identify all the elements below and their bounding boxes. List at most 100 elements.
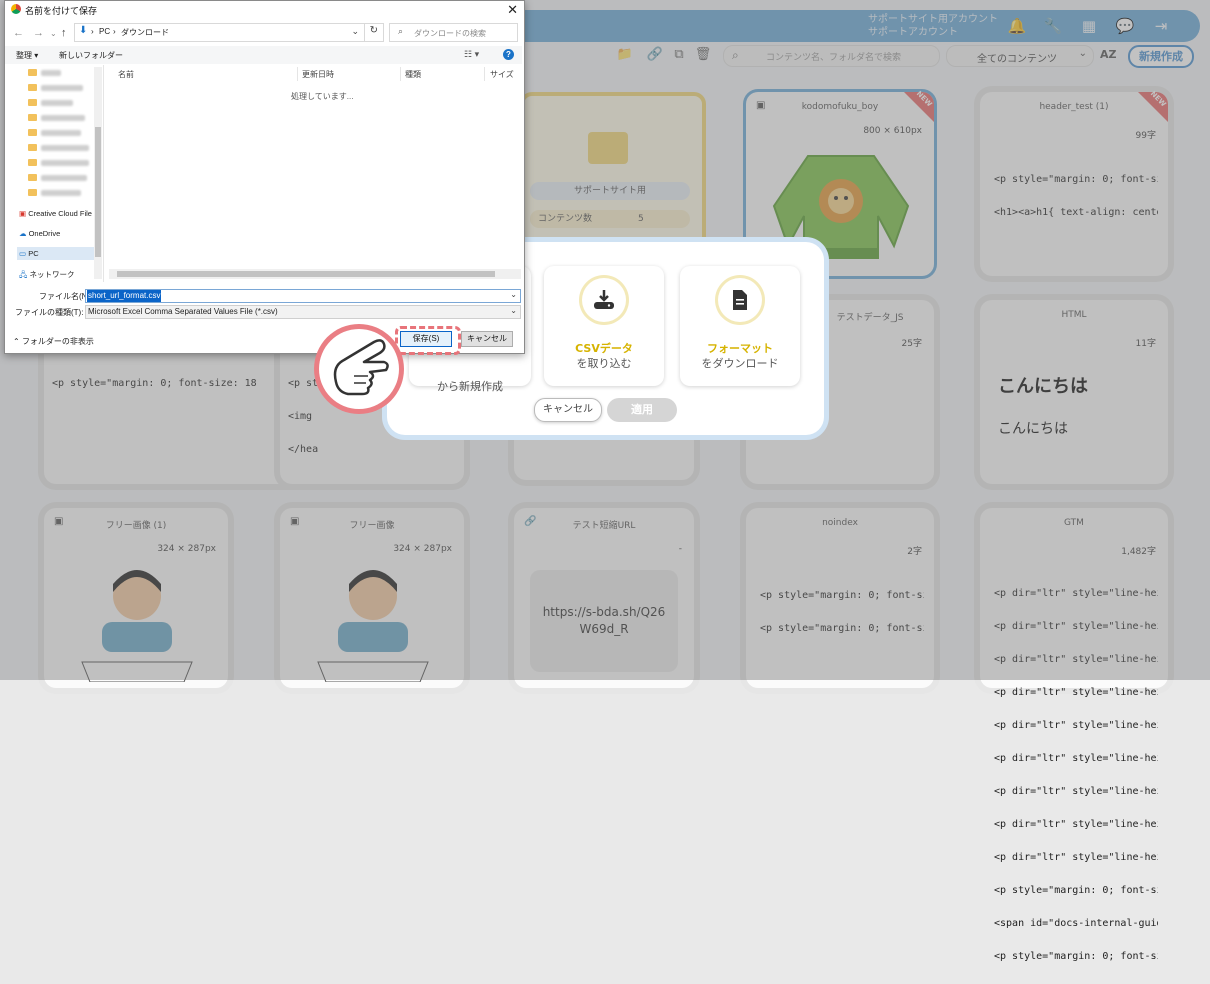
creative-cloud-icon: ▣ <box>19 209 27 218</box>
option-label: をダウンロード <box>701 357 779 370</box>
blurred-folder[interactable] <box>41 85 83 91</box>
nav-item-onedrive[interactable]: ☁ OneDrive <box>19 229 60 238</box>
folder-icon <box>28 129 37 136</box>
folder-icon <box>28 69 37 76</box>
column-size[interactable]: サイズ <box>490 69 514 80</box>
chevron-down-icon: ⌄ <box>510 306 517 315</box>
blurred-folder[interactable] <box>41 100 73 106</box>
blurred-folder[interactable] <box>41 70 61 76</box>
folder-icon <box>28 189 37 196</box>
navigation-pane: ▣ Creative Cloud File ☁ OneDrive ▭ PC 🖧 … <box>5 65 104 282</box>
modal-cancel-button[interactable]: キャンセル <box>534 398 602 422</box>
filetype-select[interactable]: Microsoft Excel Comma Separated Values F… <box>85 305 521 319</box>
folder-icon <box>28 114 37 121</box>
refresh-icon[interactable]: ↻ <box>370 25 378 36</box>
option-label: を取り込む <box>576 357 632 370</box>
new-folder-button[interactable]: 新しいフォルダー <box>59 50 123 61</box>
nav-scrollbar[interactable] <box>94 67 102 279</box>
code-line: <span id="docs-internal-guid-390 <box>994 918 1158 929</box>
filetype-value: Microsoft Excel Comma Separated Values F… <box>88 307 278 316</box>
blurred-folder[interactable] <box>41 115 85 121</box>
column-name[interactable]: 名前 <box>118 69 134 80</box>
divider <box>297 67 298 81</box>
hide-folders-toggle[interactable]: ⌃ フォルダーの非表示 <box>13 336 94 347</box>
command-bar: 整理 ▾ 新しいフォルダー ☷ ▾ ? <box>5 46 522 64</box>
blurred-folder[interactable] <box>41 190 81 196</box>
pointing-hand-annotation <box>314 324 404 414</box>
code-line: <p dir="ltr" style="line-height: 1 <box>994 720 1158 731</box>
dialog-title: 名前を付けて保存 <box>25 6 98 16</box>
file-list[interactable]: 名前 更新日時 種類 サイズ 処理しています... <box>105 65 522 282</box>
filename-value: short_url_format.csv <box>87 290 162 302</box>
nav-item-creative-cloud[interactable]: ▣ Creative Cloud File <box>19 209 92 218</box>
processing-text: 処理しています... <box>291 92 354 101</box>
nav-label: Creative Cloud File <box>28 209 92 218</box>
help-icon[interactable]: ? <box>503 49 514 60</box>
up-icon[interactable]: ↑ <box>61 27 67 39</box>
code-line: <p dir="ltr" style="line-height: 1 <box>994 786 1158 797</box>
breadcrumb-separator: › <box>91 27 94 36</box>
organize-button[interactable]: 整理 ▾ <box>16 50 38 61</box>
nav-item-pc[interactable]: ▭ PC <box>17 247 97 260</box>
pointing-hand-icon <box>319 329 399 409</box>
folder-icon <box>28 174 37 181</box>
nav-label: OneDrive <box>28 229 61 238</box>
column-date[interactable]: 更新日時 <box>302 69 334 80</box>
breadcrumb-separator: › <box>113 27 116 36</box>
divider <box>364 24 365 41</box>
view-icon[interactable]: ☷ ▾ <box>464 49 479 60</box>
code-line: <p dir="ltr" style="line-height: 1 <box>994 852 1158 863</box>
nav-label: PC <box>28 249 39 258</box>
folder-icon <box>28 144 37 151</box>
modal-apply-button[interactable]: 適用 <box>607 398 677 422</box>
blurred-folder[interactable] <box>41 160 89 166</box>
option-title: フォーマット <box>707 342 773 355</box>
chevron-down-icon[interactable]: ⌄ <box>50 29 57 38</box>
monitor-icon: ▭ <box>19 249 27 258</box>
search-placeholder: ダウンロードの検索 <box>414 29 486 38</box>
dialog-cancel-button[interactable]: キャンセル <box>461 331 513 347</box>
chevron-down-icon[interactable]: ⌄ <box>351 26 359 37</box>
address-bar[interactable]: ⬇ › PC › ダウンロード ⌄ ↻ <box>74 23 384 42</box>
blurred-folder[interactable] <box>41 145 89 151</box>
code-line: <p dir="ltr" style="line-height: 1 <box>994 819 1158 830</box>
code-line: <p dir="ltr" style="line-height: 1 <box>994 753 1158 764</box>
folder-icon <box>28 99 37 106</box>
chrome-icon <box>11 4 21 14</box>
network-icon: 🖧 <box>19 270 28 279</box>
filetype-label: ファイルの種類(T): <box>15 308 84 317</box>
breadcrumb-downloads[interactable]: ダウンロード <box>121 27 169 38</box>
save-as-dialog: 名前を付けて保存 ✕ ← → ⌄ ↑ ⬇ › PC › ダウンロード ⌄ ↻ ⌕… <box>4 0 525 355</box>
save-button[interactable]: 保存(S) <box>400 331 452 347</box>
file-list-scrollbar[interactable] <box>109 269 521 279</box>
chevron-up-icon: ⌃ <box>13 337 20 346</box>
scroll-thumb[interactable] <box>117 271 495 277</box>
download-icon: ⬇ <box>79 25 88 36</box>
option-import-csv[interactable]: CSVデータ を取り込む <box>544 266 664 386</box>
chevron-down-icon[interactable]: ⌄ <box>510 290 517 299</box>
forward-icon[interactable]: → <box>33 27 44 39</box>
cloud-icon: ☁ <box>19 229 27 238</box>
dialog-search-input[interactable]: ⌕ ダウンロードの検索 <box>389 23 518 42</box>
scroll-thumb[interactable] <box>95 127 101 257</box>
document-icon <box>718 278 762 322</box>
breadcrumb-pc[interactable]: PC <box>99 27 110 36</box>
option-download-format[interactable]: フォーマット をダウンロード <box>680 266 800 386</box>
divider <box>400 67 401 81</box>
option-title: CSVデータ <box>575 342 633 355</box>
filename-input[interactable]: short_url_format.csv ⌄ <box>85 289 521 303</box>
blurred-folder[interactable] <box>41 130 81 136</box>
folder-icon <box>28 84 37 91</box>
divider <box>484 67 485 81</box>
close-icon[interactable]: ✕ <box>507 2 518 18</box>
nav-label: ネットワーク <box>29 270 75 279</box>
search-icon: ⌕ <box>398 26 404 36</box>
nav-item-network[interactable]: 🖧 ネットワーク <box>19 269 74 282</box>
column-type[interactable]: 種類 <box>405 69 421 80</box>
blurred-folder[interactable] <box>41 175 87 181</box>
back-icon[interactable]: ← <box>13 27 24 39</box>
folder-icon <box>28 159 37 166</box>
code-line: <p style="margin: 0; font-size: 18 <box>994 885 1158 896</box>
code-line: <p dir="ltr" style="line-height: 1 <box>994 687 1158 698</box>
code-line: <p style="margin: 0; font-size: 18 <box>994 951 1158 962</box>
